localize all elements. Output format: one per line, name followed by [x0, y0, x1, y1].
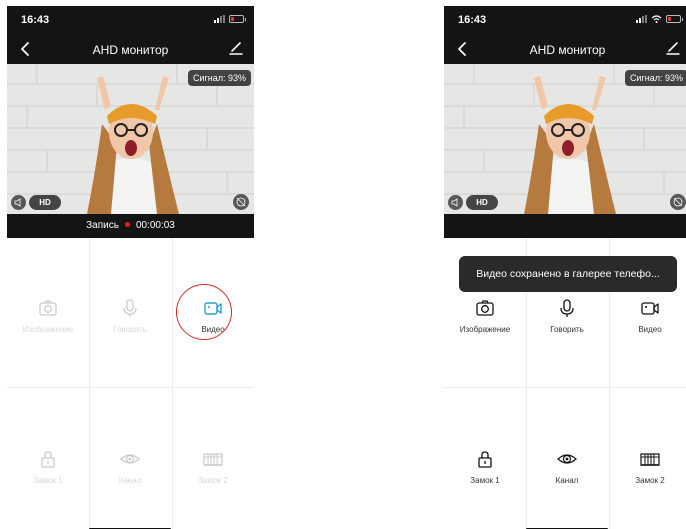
wifi-icon	[651, 15, 662, 23]
signal-strength-badge: Сигнал: 93%	[187, 70, 251, 86]
lock1-label: Замок 1	[33, 476, 63, 485]
battery-icon	[666, 15, 683, 23]
lock2-label: Замок 2	[635, 476, 665, 485]
lock1-button[interactable]: Замок 1	[444, 387, 526, 529]
speaker-mute-icon[interactable]	[448, 195, 463, 210]
page-title: AHD монитор	[529, 43, 606, 57]
nav-bar: AHD монитор	[444, 34, 686, 64]
image-button[interactable]: Изображение	[7, 238, 89, 387]
image-label: Изображение	[22, 325, 74, 334]
cellular-signal-icon	[214, 15, 225, 23]
talk-label: Говорить	[113, 325, 147, 334]
microphone-icon	[123, 299, 137, 317]
video-preview[interactable]: Сигнал: 93% HD	[7, 64, 254, 214]
highlight-circle	[176, 284, 232, 340]
lock2-button[interactable]: Замок 2	[172, 387, 254, 529]
camera-feed-image	[444, 64, 686, 214]
page-title: AHD монитор	[92, 43, 169, 57]
talk-label: Говорить	[550, 325, 584, 334]
edit-pencil-icon[interactable]	[228, 40, 244, 56]
status-bar: 16:43	[444, 6, 686, 34]
video-preview[interactable]: Сигнал: 93% HD	[444, 64, 686, 214]
recording-timer: 00:00:03	[135, 220, 175, 231]
gate-icon	[640, 453, 660, 466]
channel-button[interactable]: Канал	[89, 387, 171, 529]
fullscreen-icon[interactable]	[233, 194, 249, 210]
phone-screen-recording: 16:43 AHD монитор Сигнал: 93% HD Запись …	[7, 6, 254, 529]
nav-bar: AHD монитор	[7, 34, 254, 64]
lock2-button[interactable]: Замок 2	[609, 387, 686, 529]
status-time: 16:43	[458, 14, 487, 26]
lock-icon	[41, 451, 55, 468]
control-grid: Изображение Говорить Видео Замок 1 Канал…	[7, 238, 254, 529]
channel-label: Канал	[118, 476, 142, 485]
video-saved-toast: Видео сохранено в галерее телефо...	[459, 256, 677, 292]
recording-bar: Запись 00:00:03	[7, 214, 254, 238]
fullscreen-icon[interactable]	[670, 194, 686, 210]
lock-icon	[478, 451, 492, 468]
lock1-label: Замок 1	[470, 476, 500, 485]
image-label: Изображение	[459, 325, 511, 334]
battery-icon	[229, 15, 246, 23]
microphone-icon	[560, 299, 574, 317]
signal-strength-badge: Сигнал: 93%	[624, 70, 686, 86]
eye-icon	[120, 454, 140, 464]
phone-screen-saved: 16:43 AHD монитор Сигнал: 93% HD Изображ…	[444, 6, 686, 529]
gate-icon	[203, 453, 223, 466]
lock1-button[interactable]: Замок 1	[7, 387, 89, 529]
channel-button[interactable]: Канал	[526, 387, 608, 529]
eye-icon	[557, 454, 577, 464]
video-camera-icon	[641, 302, 659, 315]
recording-label: Запись	[86, 220, 119, 231]
recording-bar-empty	[444, 214, 686, 238]
camera-icon	[39, 300, 57, 316]
camera-icon	[476, 300, 494, 316]
status-bar: 16:43	[7, 6, 254, 34]
camera-feed-image	[7, 64, 254, 214]
edit-pencil-icon[interactable]	[665, 40, 681, 56]
hd-quality-button[interactable]: HD	[466, 195, 498, 210]
talk-button[interactable]: Говорить	[89, 238, 171, 387]
lock2-label: Замок 2	[198, 476, 228, 485]
status-time: 16:43	[21, 14, 50, 26]
status-icons	[214, 15, 246, 23]
video-label: Видео	[638, 325, 662, 334]
channel-label: Канал	[555, 476, 579, 485]
recording-dot-icon	[124, 222, 130, 228]
status-icons	[636, 15, 683, 23]
hd-quality-button[interactable]: HD	[29, 195, 61, 210]
cellular-signal-icon	[636, 15, 647, 23]
speaker-mute-icon[interactable]	[11, 195, 26, 210]
